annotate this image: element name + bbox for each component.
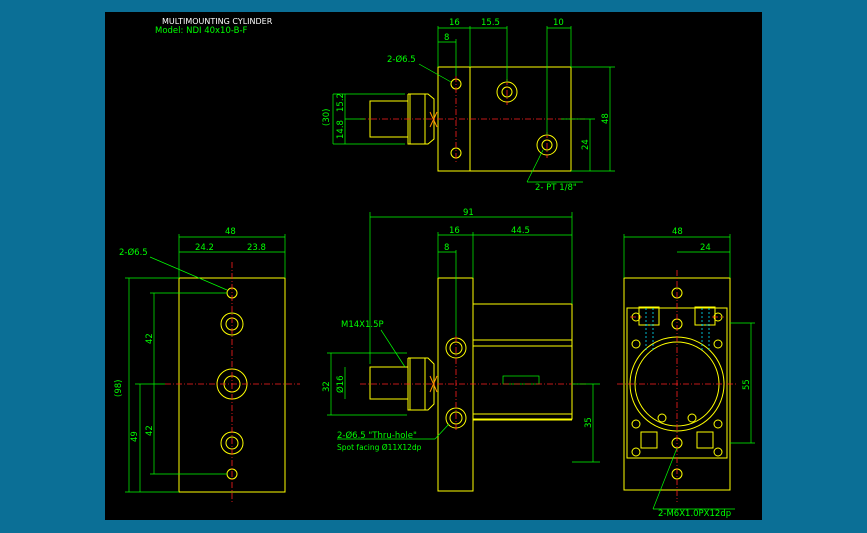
thread-label: M14X1.5P bbox=[341, 320, 384, 330]
right-dim-24: 24 bbox=[700, 243, 711, 253]
dim-top-15-5: 15.5 bbox=[481, 18, 500, 28]
left-dim-23-8: 23.8 bbox=[247, 243, 266, 253]
front-dim-44-5: 44.5 bbox=[511, 226, 530, 236]
left-view: 48 24.2 23.8 2-Ø6.5 (98) 49 42 42 bbox=[114, 227, 300, 502]
right-dim-55: 55 bbox=[742, 379, 752, 390]
front-nameplate bbox=[502, 375, 540, 385]
front-body bbox=[472, 303, 573, 420]
dim-right-24: 24 bbox=[581, 139, 591, 150]
spot-facing-label: Spot facing Ø11X12dp bbox=[337, 443, 422, 452]
front-dim-91: 91 bbox=[463, 208, 474, 218]
front-dim-32: 32 bbox=[322, 381, 332, 392]
dim-left-30: (30) bbox=[322, 109, 332, 126]
front-view: 91 16 44.5 8 M14X1.5P 32 Ø16 35 2-Ø6.5 "… bbox=[322, 208, 600, 492]
front-dim-16: 16 bbox=[449, 226, 460, 236]
top-view: 16 15.5 10 8 2-Ø6.5 (30) 15.2 14.8 48 24… bbox=[322, 18, 615, 193]
front-dim-8: 8 bbox=[444, 243, 449, 253]
front-dim-35: 35 bbox=[584, 417, 594, 428]
dim-left-15-2: 15.2 bbox=[336, 93, 346, 112]
top-hole-label: 2-Ø6.5 bbox=[387, 54, 416, 65]
left-dim-98: (98) bbox=[114, 380, 124, 397]
dim-left-14-8: 14.8 bbox=[336, 120, 346, 139]
left-hole-label: 2-Ø6.5 bbox=[119, 247, 148, 258]
cad-drawing-area[interactable]: MULTIMOUNTING CYLINDER Model: NDI 40x10-… bbox=[105, 12, 762, 520]
left-dim-42-lower: 42 bbox=[145, 425, 155, 436]
dim-top-10: 10 bbox=[553, 18, 564, 28]
model-label: Model: NDI 40x10-B-F bbox=[155, 26, 248, 36]
port-label: 2- PT 1/8" bbox=[535, 183, 577, 193]
tap-label: 2-M6X1.0PX12dp bbox=[658, 509, 731, 519]
right-dim-48: 48 bbox=[672, 227, 683, 237]
right-view: 48 24 55 2-M6X1.0PX12dp bbox=[617, 227, 755, 519]
dim-top-16: 16 bbox=[449, 18, 460, 28]
dim-right-48: 48 bbox=[601, 113, 611, 124]
front-dim-phi16: Ø16 bbox=[335, 375, 346, 393]
drawing-title: MULTIMOUNTING CYLINDER bbox=[162, 17, 273, 26]
left-dim-24-2: 24.2 bbox=[195, 243, 214, 253]
left-dim-42-upper: 42 bbox=[145, 333, 155, 344]
dim-top-8: 8 bbox=[444, 33, 449, 43]
left-dim-48: 48 bbox=[225, 227, 236, 237]
front-rod bbox=[369, 366, 409, 400]
front-flange bbox=[437, 277, 474, 492]
left-dim-49: 49 bbox=[130, 431, 140, 442]
cad-drawing: MULTIMOUNTING CYLINDER Model: NDI 40x10-… bbox=[114, 17, 755, 519]
thru-hole-label: 2-Ø6.5 "Thru-hole" bbox=[337, 430, 417, 441]
